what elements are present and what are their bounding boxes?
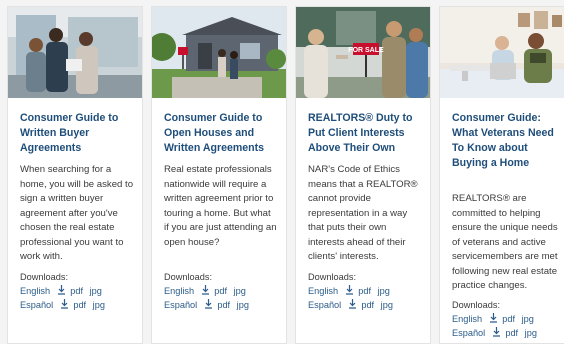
card-description: Real estate professionals nationwide wil… xyxy=(164,164,277,248)
downloads-label: Downloads: xyxy=(20,272,69,282)
download-row-espanol: Español pdf jpg xyxy=(308,298,424,312)
download-language[interactable]: English xyxy=(20,286,50,296)
download-row-espanol: Español pdf jpg xyxy=(20,298,136,312)
card-title[interactable]: Consumer Guide to Written Buyer Agreemen… xyxy=(20,111,134,156)
download-icon xyxy=(204,299,212,309)
resource-card: FOR SALE REALTORS® Duty to Put Client In… xyxy=(295,6,431,344)
download-jpg-link[interactable]: jpg xyxy=(522,314,534,324)
download-row-espanol: Español pdf jpg xyxy=(164,298,280,312)
download-jpg-link[interactable]: jpg xyxy=(234,286,246,296)
download-jpg-link[interactable]: jpg xyxy=(378,286,390,296)
downloads-label: Downloads: xyxy=(452,300,501,310)
for-sale-sign-text: FOR SALE xyxy=(348,47,384,54)
card-photo-office-meeting[interactable] xyxy=(8,7,142,98)
download-pdf-link[interactable]: pdf xyxy=(358,286,371,296)
download-pdf-link[interactable]: pdf xyxy=(214,286,227,296)
download-icon xyxy=(348,299,356,309)
download-jpg-link[interactable]: jpg xyxy=(93,300,105,310)
download-jpg-link[interactable]: jpg xyxy=(381,300,393,310)
download-language[interactable]: English xyxy=(452,314,482,324)
download-pdf-link[interactable]: pdf xyxy=(502,314,515,324)
card-title[interactable]: REALTORS® Duty to Put Client Interests A… xyxy=(308,111,422,156)
resource-card: Consumer Guide to Written Buyer Agreemen… xyxy=(7,6,143,344)
download-icon xyxy=(489,313,497,323)
download-row-english: English pdf jpg xyxy=(164,284,280,298)
downloads-label: Downloads: xyxy=(308,272,357,282)
download-row-english: English pdf jpg xyxy=(308,284,424,298)
downloads-label: Downloads: xyxy=(164,272,213,282)
download-jpg-link[interactable]: jpg xyxy=(525,328,537,338)
download-icon xyxy=(345,285,353,295)
download-language[interactable]: Español xyxy=(308,300,341,310)
downloads-section: Downloads: English pdf jpg Español pdf j… xyxy=(308,270,424,312)
download-language[interactable]: Español xyxy=(20,300,53,310)
download-language[interactable]: Español xyxy=(164,300,197,310)
download-row-english: English pdf jpg xyxy=(452,312,564,326)
card-title[interactable]: Consumer Guide to Open Houses and Writte… xyxy=(164,111,278,156)
download-pdf-link[interactable]: pdf xyxy=(73,300,86,310)
downloads-section: Downloads: English pdf jpg Español pdf j… xyxy=(20,270,136,312)
card-photo-for-sale-sign[interactable]: FOR SALE xyxy=(296,7,430,98)
download-pdf-link[interactable]: pdf xyxy=(70,286,83,296)
download-pdf-link[interactable]: pdf xyxy=(361,300,374,310)
download-pdf-link[interactable]: pdf xyxy=(217,300,230,310)
download-row-english: English pdf jpg xyxy=(20,284,136,298)
download-jpg-link[interactable]: jpg xyxy=(237,300,249,310)
card-description: When searching for a home, you will be a… xyxy=(20,164,134,262)
card-photo-veterans-couple[interactable] xyxy=(440,7,564,98)
download-language[interactable]: Español xyxy=(452,328,485,338)
download-pdf-link[interactable]: pdf xyxy=(505,328,518,338)
card-photo-house-exterior[interactable] xyxy=(152,7,286,98)
card-title[interactable]: Consumer Guide: What Veterans Need To Kn… xyxy=(452,111,564,171)
downloads-section: Downloads: English pdf jpg Español pdf j… xyxy=(164,270,280,312)
download-icon xyxy=(201,285,209,295)
card-description: REALTORS® are committed to helping ensur… xyxy=(452,193,558,291)
card-description: NAR's Code of Ethics means that a REALTO… xyxy=(308,164,418,262)
downloads-section: Downloads: English pdf jpg Español pdf j… xyxy=(452,298,564,340)
download-icon xyxy=(57,285,65,295)
download-language[interactable]: English xyxy=(308,286,338,296)
download-row-espanol: Español pdf jpg xyxy=(452,326,564,340)
download-jpg-link[interactable]: jpg xyxy=(90,286,102,296)
resource-card: Consumer Guide to Open Houses and Writte… xyxy=(151,6,287,344)
download-language[interactable]: English xyxy=(164,286,194,296)
download-icon xyxy=(60,299,68,309)
download-icon xyxy=(492,327,500,337)
resource-card: Consumer Guide: What Veterans Need To Kn… xyxy=(439,6,564,344)
